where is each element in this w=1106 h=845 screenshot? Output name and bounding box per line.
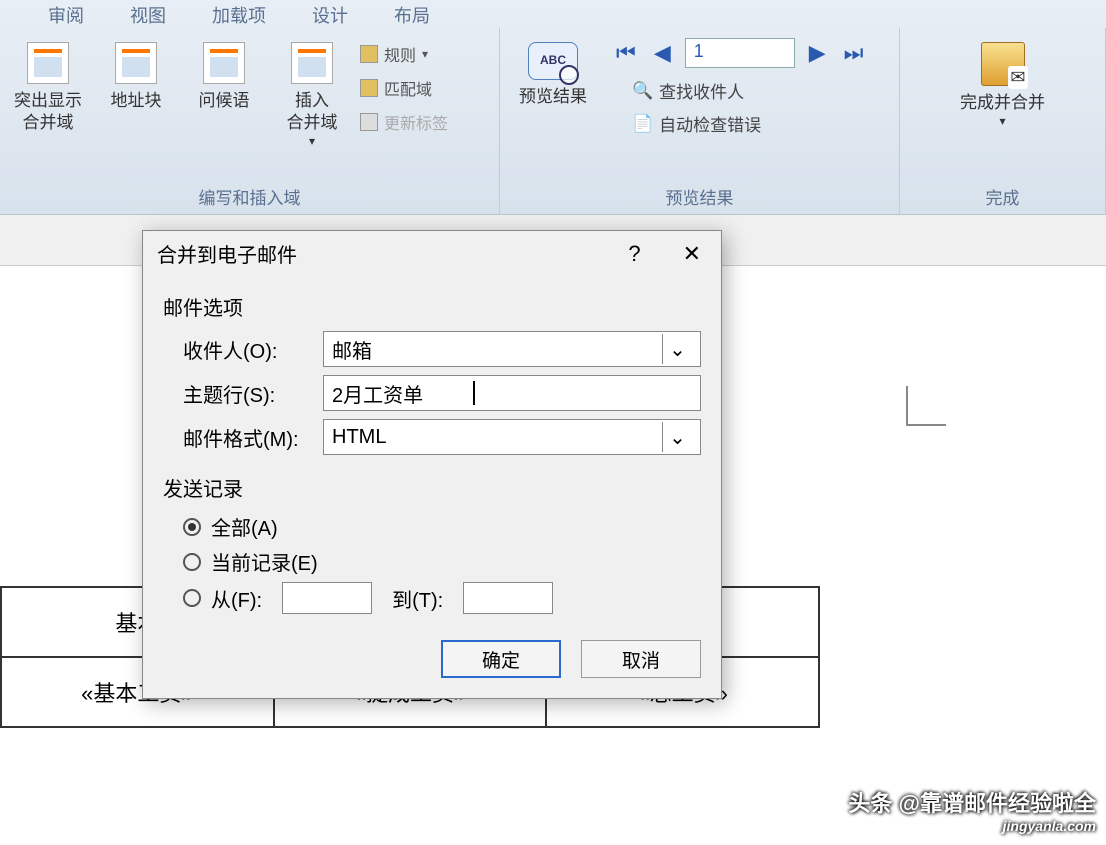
highlight-merge-field-button[interactable]: 突出显示 合并域 <box>8 38 88 138</box>
dialog-title-text: 合并到电子邮件 <box>157 239 297 268</box>
merge-to-email-dialog: 合并到电子邮件 ? ✕ 邮件选项 收件人(O): 邮箱 ⌄ 主题行(S): 2月… <box>142 230 722 699</box>
tab-view[interactable]: 视图 <box>122 0 174 28</box>
recipient-select[interactable]: 邮箱 ⌄ <box>323 331 701 367</box>
mail-options-label: 邮件选项 <box>163 292 701 321</box>
watermark: 头条 @靠谱邮件经验啦全 jingyanla.com <box>848 786 1096 834</box>
cancel-button[interactable]: 取消 <box>581 640 701 678</box>
tab-review[interactable]: 审阅 <box>40 0 92 28</box>
subject-input[interactable]: 2月工资单 <box>323 375 701 411</box>
check-icon: 📄 <box>632 114 653 134</box>
preview-icon <box>528 42 578 80</box>
text-cursor <box>473 381 475 405</box>
to-input[interactable] <box>463 582 553 614</box>
match-fields-button[interactable]: 匹配域 <box>360 76 448 100</box>
last-record-button[interactable]: ⏭ <box>840 38 868 68</box>
auto-check-errors-button[interactable]: 📄 自动检查错误 <box>632 111 867 136</box>
dialog-titlebar[interactable]: 合并到电子邮件 ? ✕ <box>143 231 721 276</box>
page-corner <box>906 386 946 426</box>
group-preview: 预览结果 ⏮ ◀ 1 ▶ ⏭ 🔍 查找收件 <box>500 28 900 215</box>
greeting-button[interactable]: 问候语 <box>184 38 264 116</box>
tab-addins[interactable]: 加载项 <box>204 0 274 28</box>
rules-icon <box>360 45 378 63</box>
rules-button[interactable]: 规则 <box>360 42 448 66</box>
subject-label: 主题行(S): <box>183 379 323 408</box>
record-number-input[interactable]: 1 <box>685 38 795 68</box>
finish-merge-icon <box>981 42 1025 86</box>
group-write-insert: 突出显示 合并域 地址块 问候语 插入 合并域 规则 <box>0 28 500 215</box>
first-record-button[interactable]: ⏮ <box>612 38 640 68</box>
tab-layout[interactable]: 布局 <box>386 0 438 28</box>
greeting-icon <box>203 42 245 84</box>
group-label: 完成 <box>908 184 1097 215</box>
highlight-icon <box>27 42 69 84</box>
send-records-label: 发送记录 <box>163 473 701 502</box>
find-recipient-button[interactable]: 🔍 查找收件人 <box>632 78 867 103</box>
address-icon <box>115 42 157 84</box>
close-button[interactable]: ✕ <box>677 241 707 267</box>
prev-record-button[interactable]: ◀ <box>650 38 675 68</box>
search-icon: 🔍 <box>632 81 653 101</box>
insert-field-icon <box>291 42 333 84</box>
radio-icon <box>183 518 201 536</box>
group-finish: 完成并合并 完成 <box>900 28 1106 215</box>
help-button[interactable]: ? <box>622 241 646 267</box>
insert-merge-field-button[interactable]: 插入 合并域 <box>272 38 352 154</box>
option-range[interactable]: 从(F): 到(T): <box>183 582 701 614</box>
preview-results-button[interactable]: 预览结果 <box>508 38 598 112</box>
ok-button[interactable]: 确定 <box>441 640 561 678</box>
radio-icon <box>183 553 201 571</box>
format-select[interactable]: HTML ⌄ <box>323 419 701 455</box>
radio-icon <box>183 589 201 607</box>
group-label: 预览结果 <box>508 184 891 215</box>
option-all[interactable]: 全部(A) <box>183 512 701 541</box>
update-labels-button[interactable]: 更新标签 <box>360 110 448 134</box>
chevron-down-icon: ⌄ <box>662 422 692 452</box>
ribbon-tabs: 审阅 视图 加载项 设计 布局 <box>0 0 1106 28</box>
format-label: 邮件格式(M): <box>183 423 323 452</box>
ribbon: 审阅 视图 加载项 设计 布局 突出显示 合并域 地址块 问候语 <box>0 0 1106 215</box>
chevron-down-icon: ⌄ <box>662 334 692 364</box>
update-icon <box>360 113 378 131</box>
group-label: 编写和插入域 <box>8 184 491 215</box>
address-block-button[interactable]: 地址块 <box>96 38 176 116</box>
recipient-label: 收件人(O): <box>183 335 323 364</box>
next-record-button[interactable]: ▶ <box>805 38 830 68</box>
ribbon-body: 突出显示 合并域 地址块 问候语 插入 合并域 规则 <box>0 28 1106 215</box>
option-current[interactable]: 当前记录(E) <box>183 547 701 576</box>
finish-merge-button[interactable]: 完成并合并 <box>948 38 1058 134</box>
from-input[interactable] <box>282 582 372 614</box>
match-icon <box>360 79 378 97</box>
tab-design[interactable]: 设计 <box>304 0 356 28</box>
